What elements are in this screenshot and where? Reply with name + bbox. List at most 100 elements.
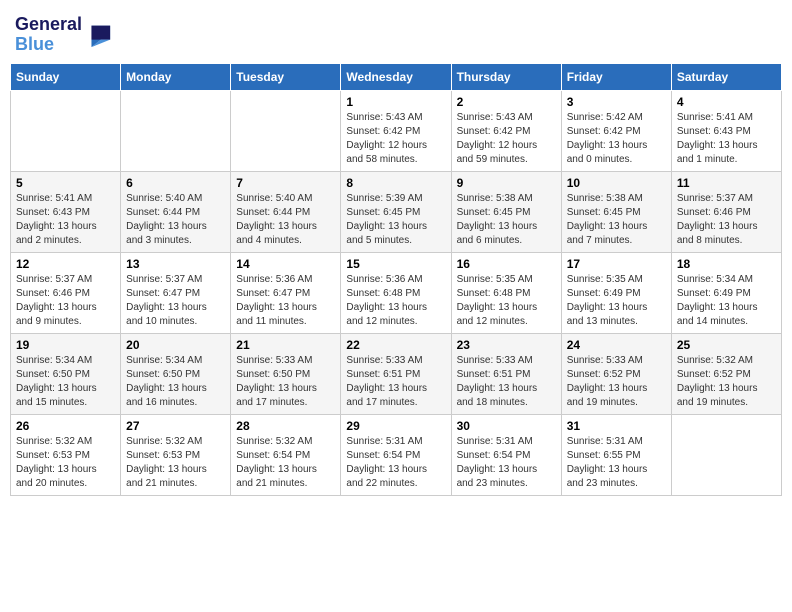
day-number: 3 [567,95,666,109]
calendar-cell: 15 Sunrise: 5:36 AM Sunset: 6:48 PM Dayli… [341,252,451,333]
day-info: Sunrise: 5:37 AM Sunset: 6:47 PM Dayligh… [126,273,225,329]
calendar-cell [231,90,341,171]
day-number: 18 [677,257,776,271]
day-info: Sunrise: 5:34 AM Sunset: 6:49 PM Dayligh… [677,273,776,329]
weekday-header-thursday: Thursday [451,63,561,90]
calendar-cell: 24 Sunrise: 5:33 AM Sunset: 6:52 PM Dayli… [561,333,671,414]
day-info: Sunrise: 5:36 AM Sunset: 6:48 PM Dayligh… [346,273,445,329]
day-number: 23 [457,338,556,352]
day-number: 20 [126,338,225,352]
day-number: 22 [346,338,445,352]
logo-text: GeneralBlue [15,15,82,55]
calendar-table: SundayMondayTuesdayWednesdayThursdayFrid… [10,63,782,496]
day-info: Sunrise: 5:33 AM Sunset: 6:52 PM Dayligh… [567,354,666,410]
day-info: Sunrise: 5:40 AM Sunset: 6:44 PM Dayligh… [126,192,225,248]
day-info: Sunrise: 5:39 AM Sunset: 6:45 PM Dayligh… [346,192,445,248]
day-number: 15 [346,257,445,271]
day-number: 11 [677,176,776,190]
calendar-cell: 29 Sunrise: 5:31 AM Sunset: 6:54 PM Dayli… [341,414,451,495]
day-info: Sunrise: 5:38 AM Sunset: 6:45 PM Dayligh… [567,192,666,248]
day-info: Sunrise: 5:32 AM Sunset: 6:54 PM Dayligh… [236,435,335,491]
day-number: 8 [346,176,445,190]
calendar-cell: 23 Sunrise: 5:33 AM Sunset: 6:51 PM Dayli… [451,333,561,414]
week-row-1: 1 Sunrise: 5:43 AM Sunset: 6:42 PM Daylig… [11,90,782,171]
calendar-cell: 11 Sunrise: 5:37 AM Sunset: 6:46 PM Dayli… [671,171,781,252]
day-info: Sunrise: 5:33 AM Sunset: 6:50 PM Dayligh… [236,354,335,410]
calendar-cell: 1 Sunrise: 5:43 AM Sunset: 6:42 PM Daylig… [341,90,451,171]
calendar-cell: 10 Sunrise: 5:38 AM Sunset: 6:45 PM Dayli… [561,171,671,252]
calendar-cell: 7 Sunrise: 5:40 AM Sunset: 6:44 PM Daylig… [231,171,341,252]
day-info: Sunrise: 5:34 AM Sunset: 6:50 PM Dayligh… [16,354,115,410]
day-number: 31 [567,419,666,433]
day-info: Sunrise: 5:31 AM Sunset: 6:54 PM Dayligh… [346,435,445,491]
day-number: 10 [567,176,666,190]
day-number: 16 [457,257,556,271]
day-number: 1 [346,95,445,109]
day-info: Sunrise: 5:36 AM Sunset: 6:47 PM Dayligh… [236,273,335,329]
day-info: Sunrise: 5:40 AM Sunset: 6:44 PM Dayligh… [236,192,335,248]
calendar-cell: 2Sunrise: 5:43 AM Sunset: 6:42 PM Daylig… [451,90,561,171]
day-number: 14 [236,257,335,271]
day-number: 26 [16,419,115,433]
day-number: 17 [567,257,666,271]
week-row-4: 19 Sunrise: 5:34 AM Sunset: 6:50 PM Dayli… [11,333,782,414]
day-number: 25 [677,338,776,352]
calendar-cell [11,90,121,171]
day-info: Sunrise: 5:41 AM Sunset: 6:43 PM Dayligh… [677,111,776,167]
day-info: Sunrise: 5:32 AM Sunset: 6:53 PM Dayligh… [126,435,225,491]
day-number: 2 [457,95,556,109]
weekday-header-wednesday: Wednesday [341,63,451,90]
logo-icon [84,21,112,49]
day-number: 5 [16,176,115,190]
calendar-cell: 9 Sunrise: 5:38 AM Sunset: 6:45 PM Daylig… [451,171,561,252]
day-number: 29 [346,419,445,433]
day-info: Sunrise: 5:38 AM Sunset: 6:45 PM Dayligh… [457,192,556,248]
week-row-3: 12Sunrise: 5:37 AM Sunset: 6:46 PM Dayli… [11,252,782,333]
day-number: 28 [236,419,335,433]
weekday-header-row: SundayMondayTuesdayWednesdayThursdayFrid… [11,63,782,90]
calendar-cell: 12Sunrise: 5:37 AM Sunset: 6:46 PM Dayli… [11,252,121,333]
calendar-cell: 18 Sunrise: 5:34 AM Sunset: 6:49 PM Dayli… [671,252,781,333]
weekday-header-tuesday: Tuesday [231,63,341,90]
week-row-2: 5Sunrise: 5:41 AM Sunset: 6:43 PM Daylig… [11,171,782,252]
calendar-cell: 31 Sunrise: 5:31 AM Sunset: 6:55 PM Dayli… [561,414,671,495]
day-number: 7 [236,176,335,190]
day-number: 21 [236,338,335,352]
page-header: GeneralBlue [10,10,782,55]
calendar-cell: 8 Sunrise: 5:39 AM Sunset: 6:45 PM Daylig… [341,171,451,252]
day-info: Sunrise: 5:42 AM Sunset: 6:42 PM Dayligh… [567,111,666,167]
calendar-cell: 16 Sunrise: 5:35 AM Sunset: 6:48 PM Dayli… [451,252,561,333]
calendar-cell: 5Sunrise: 5:41 AM Sunset: 6:43 PM Daylig… [11,171,121,252]
calendar-cell: 28 Sunrise: 5:32 AM Sunset: 6:54 PM Dayli… [231,414,341,495]
day-number: 4 [677,95,776,109]
calendar-cell: 19 Sunrise: 5:34 AM Sunset: 6:50 PM Dayli… [11,333,121,414]
calendar-cell: 26 Sunrise: 5:32 AM Sunset: 6:53 PM Dayli… [11,414,121,495]
day-info: Sunrise: 5:43 AM Sunset: 6:42 PM Dayligh… [346,111,445,167]
day-number: 6 [126,176,225,190]
weekday-header-friday: Friday [561,63,671,90]
weekday-header-monday: Monday [121,63,231,90]
calendar-cell: 14 Sunrise: 5:36 AM Sunset: 6:47 PM Dayli… [231,252,341,333]
day-info: Sunrise: 5:31 AM Sunset: 6:55 PM Dayligh… [567,435,666,491]
day-info: Sunrise: 5:33 AM Sunset: 6:51 PM Dayligh… [457,354,556,410]
logo: GeneralBlue [15,15,112,55]
day-number: 24 [567,338,666,352]
calendar-cell: 25Sunrise: 5:32 AM Sunset: 6:52 PM Dayli… [671,333,781,414]
day-info: Sunrise: 5:34 AM Sunset: 6:50 PM Dayligh… [126,354,225,410]
day-info: Sunrise: 5:35 AM Sunset: 6:48 PM Dayligh… [457,273,556,329]
calendar-cell [121,90,231,171]
day-info: Sunrise: 5:32 AM Sunset: 6:53 PM Dayligh… [16,435,115,491]
calendar-cell: 6 Sunrise: 5:40 AM Sunset: 6:44 PM Daylig… [121,171,231,252]
calendar-cell: 17Sunrise: 5:35 AM Sunset: 6:49 PM Dayli… [561,252,671,333]
day-number: 9 [457,176,556,190]
day-info: Sunrise: 5:33 AM Sunset: 6:51 PM Dayligh… [346,354,445,410]
calendar-cell: 13Sunrise: 5:37 AM Sunset: 6:47 PM Dayli… [121,252,231,333]
calendar-cell [671,414,781,495]
calendar-cell: 21 Sunrise: 5:33 AM Sunset: 6:50 PM Dayli… [231,333,341,414]
calendar-cell: 4 Sunrise: 5:41 AM Sunset: 6:43 PM Daylig… [671,90,781,171]
day-number: 27 [126,419,225,433]
day-info: Sunrise: 5:37 AM Sunset: 6:46 PM Dayligh… [677,192,776,248]
week-row-5: 26 Sunrise: 5:32 AM Sunset: 6:53 PM Dayli… [11,414,782,495]
day-number: 19 [16,338,115,352]
weekday-header-sunday: Sunday [11,63,121,90]
